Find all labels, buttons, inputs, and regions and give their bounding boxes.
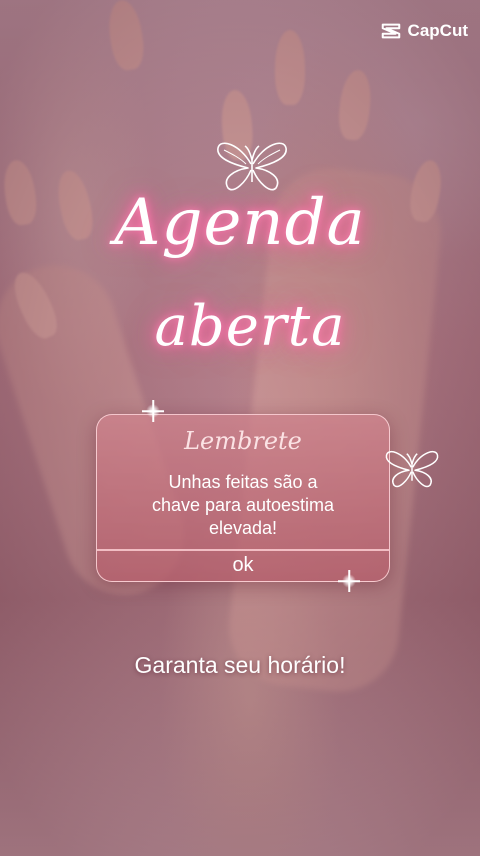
title-line-2: aberta xyxy=(154,294,346,359)
capcut-logo: CapCut xyxy=(380,20,468,42)
sparkle-icon xyxy=(342,574,356,588)
dialog-message-line-2: chave para autoestima xyxy=(151,495,335,515)
butterfly-icon xyxy=(385,451,439,488)
dialog-message-line-3: elevada! xyxy=(208,518,278,538)
capcut-logo-icon xyxy=(381,23,400,39)
dialog-message: Unhas feitas são a chave para autoestima… xyxy=(115,471,371,540)
call-to-action: Garanta seu horário! xyxy=(134,652,346,678)
dialog-message-line-1: Unhas feitas são a xyxy=(168,472,318,492)
reminder-dialog: Lembrete Unhas feitas são a chave para a… xyxy=(96,414,390,582)
sparkle-icon xyxy=(146,404,160,418)
title-line-1: Agenda xyxy=(114,186,366,260)
dialog-heading: Lembrete xyxy=(184,427,302,455)
brand-name: CapCut xyxy=(407,21,468,40)
